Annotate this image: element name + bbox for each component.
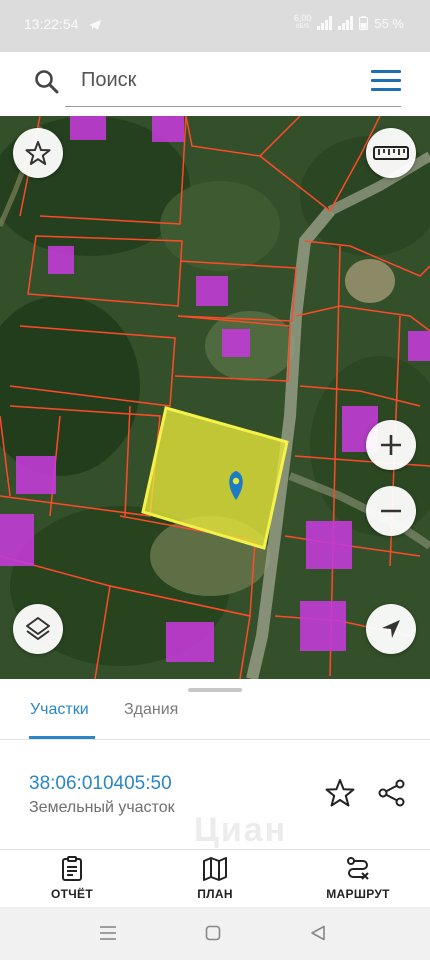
plus-icon: [381, 435, 401, 455]
ruler-button[interactable]: [366, 128, 416, 178]
nav-route-label: МАРШРУТ: [326, 887, 390, 901]
favorites-button[interactable]: [13, 128, 63, 178]
report-icon: [62, 856, 82, 881]
network-speed: 6,00 КБ/S: [293, 13, 312, 31]
svg-text:Циан: Циан: [194, 811, 287, 849]
sheet-drag-handle[interactable]: [188, 688, 242, 692]
cadastral-number[interactable]: 38:06:010405:50: [29, 773, 172, 795]
share-icon[interactable]: [376, 777, 408, 809]
nav-report[interactable]: ОТЧЁТ: [17, 856, 127, 901]
my-location-button[interactable]: [366, 604, 416, 654]
add-favorite-star-icon[interactable]: [324, 777, 356, 809]
layers-icon: [26, 617, 50, 640]
map-plan-icon: [203, 857, 227, 881]
nav-route[interactable]: МАРШРУТ: [303, 856, 413, 901]
navigation-arrow-icon: [382, 620, 400, 638]
search-icon[interactable]: [33, 68, 61, 96]
menu-icon[interactable]: [371, 70, 401, 92]
nav-plan-label: ПЛАН: [197, 887, 233, 901]
parcel-type: Земельный участок: [29, 799, 175, 816]
nav-report-label: ОТЧЁТ: [51, 887, 93, 901]
route-icon: [347, 857, 369, 880]
parcel-info-sheet: Участки Здания Циан 38:06:010405:50 Земе…: [0, 679, 430, 849]
zoom-in-button[interactable]: [366, 420, 416, 470]
system-nav-bar: [0, 907, 430, 960]
minus-icon: [381, 509, 401, 513]
battery-level: 55 %: [374, 15, 404, 31]
watermark-logo: Циан: [194, 811, 287, 849]
battery-icon: [359, 16, 369, 30]
tab-buildings[interactable]: Здания: [124, 701, 178, 719]
telegram-icon: [89, 20, 101, 30]
signal-icon: [317, 16, 333, 30]
back-icon[interactable]: [310, 925, 326, 941]
star-outline-icon: [25, 141, 51, 165]
map-canvas[interactable]: [0, 116, 430, 679]
layers-button[interactable]: [13, 604, 63, 654]
search-underline: [65, 106, 401, 107]
search-input[interactable]: Поиск: [81, 69, 136, 92]
status-bar: 13:22:54 6,00 КБ/S 55 %: [0, 0, 430, 52]
search-bar[interactable]: Поиск: [7, 54, 423, 110]
tab-parcels[interactable]: Участки: [30, 701, 89, 719]
status-indicators: 6,00 КБ/S 55 %: [294, 14, 404, 32]
status-time: 13:22:54: [24, 16, 79, 32]
zoom-out-button[interactable]: [366, 486, 416, 536]
signal-icon-2: [338, 16, 354, 30]
ruler-icon: [373, 146, 409, 160]
nav-plan[interactable]: ПЛАН: [160, 856, 270, 901]
satellite-map[interactable]: [0, 116, 430, 679]
tab-divider: [0, 739, 430, 740]
bottom-nav: ОТЧЁТ ПЛАН МАРШРУТ: [0, 849, 430, 907]
recent-apps-icon[interactable]: [99, 925, 117, 941]
home-icon[interactable]: [205, 925, 221, 941]
